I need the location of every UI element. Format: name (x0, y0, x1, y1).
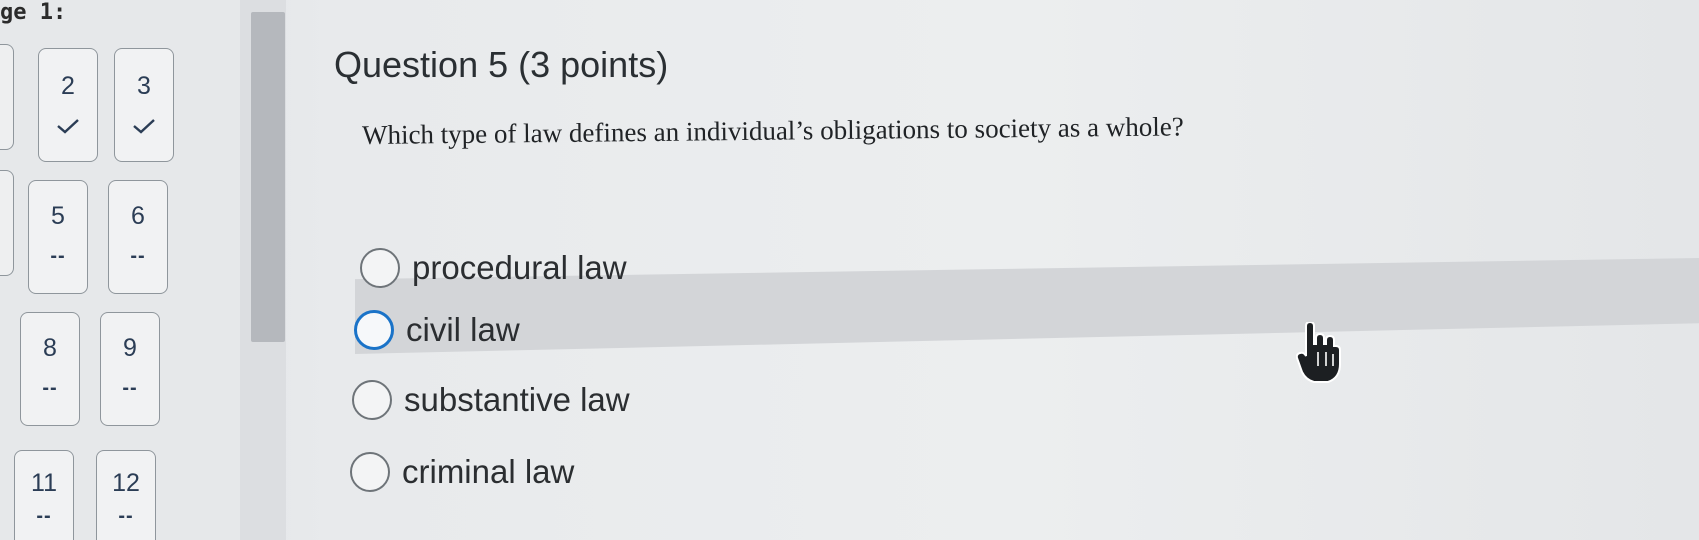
question-tile-3[interactable]: 3 (114, 48, 174, 162)
option-procedural-law[interactable]: procedural law (360, 248, 627, 288)
question-tile-12[interactable]: 12 -- (96, 450, 156, 540)
option-label: civil law (406, 311, 520, 348)
tile-number: 8 (43, 334, 57, 362)
question-tile-2[interactable]: 2 (38, 48, 98, 162)
tile-number: 5 (51, 202, 65, 230)
checkmark-icon (133, 119, 155, 134)
option-civil-law[interactable]: civil law (354, 310, 520, 350)
tile-status: -- (50, 245, 66, 267)
tile-status: -- (118, 504, 134, 527)
question-tile-11[interactable]: 11 -- (14, 450, 74, 540)
tile-number: 6 (131, 202, 145, 230)
quiz-page: ge 1: 2 3 5 -- 6 -- 8 -- 9 -- 11 -- 12 -… (0, 0, 1699, 540)
tile-status: -- (42, 377, 58, 399)
tile-number: 11 (31, 468, 57, 497)
question-navigator: ge 1: 2 3 5 -- 6 -- 8 -- 9 -- 11 -- 12 -… (0, 0, 240, 540)
option-label: substantive law (404, 381, 630, 418)
tile-number: 3 (137, 71, 151, 100)
tile-status: -- (122, 377, 138, 399)
question-text: Which type of law defines an individual’… (361, 111, 1184, 150)
checkmark-icon (57, 119, 79, 134)
question-tile-8[interactable]: 8 -- (20, 312, 80, 426)
radio-button[interactable] (354, 310, 394, 350)
question-tile-partial[interactable] (0, 44, 14, 150)
tile-number: 2 (61, 71, 75, 100)
radio-button[interactable] (360, 248, 400, 288)
question-title: Question 5 (3 points) (334, 44, 669, 85)
radio-button[interactable] (352, 380, 392, 420)
option-label: criminal law (402, 453, 575, 490)
hand-pointer-icon (1296, 322, 1341, 383)
tile-number: 12 (112, 468, 140, 497)
question-tile-9[interactable]: 9 -- (100, 312, 160, 426)
question-tile-5[interactable]: 5 -- (28, 180, 88, 294)
tile-number: 9 (123, 334, 137, 362)
tile-status: -- (36, 504, 52, 527)
option-substantive-law[interactable]: substantive law (352, 380, 630, 420)
tile-status: -- (130, 245, 146, 267)
option-criminal-law[interactable]: criminal law (350, 452, 574, 492)
question-tile-partial[interactable] (0, 170, 14, 276)
option-label: procedural law (412, 249, 627, 286)
scrollbar-thumb[interactable] (251, 12, 285, 342)
page-heading: ge 1: (0, 0, 67, 25)
question-tile-6[interactable]: 6 -- (108, 180, 168, 294)
radio-button[interactable] (350, 452, 390, 492)
